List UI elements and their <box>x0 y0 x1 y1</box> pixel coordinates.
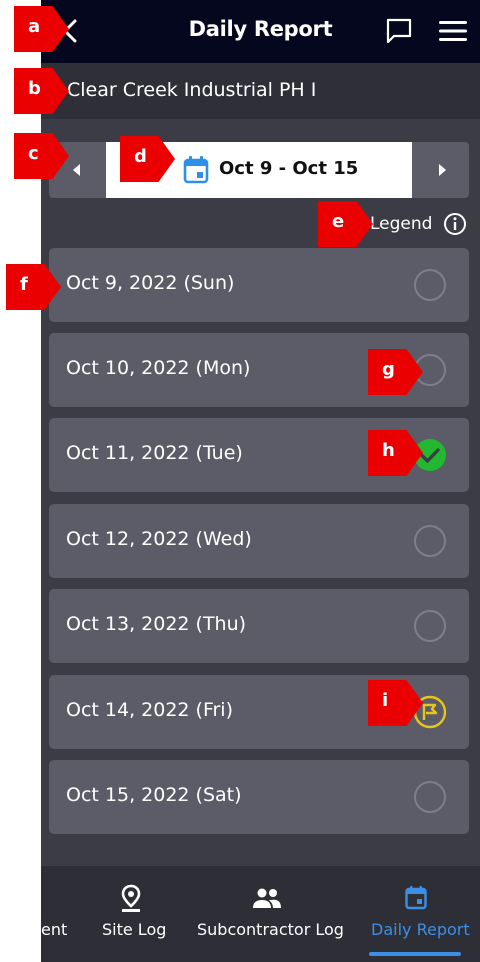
empty-status-circle-icon <box>414 269 446 301</box>
annotation-letter: b <box>28 78 41 99</box>
day-row[interactable]: Oct 15, 2022 (Sat) <box>49 760 469 834</box>
location-pin-icon <box>121 884 141 912</box>
day-date: Oct 11, 2022 (Tue) <box>66 442 243 464</box>
week-selector: Oct 9 - Oct 15 <box>49 142 469 198</box>
annotation-letter: f <box>20 274 28 295</box>
hamburger-menu-icon[interactable] <box>438 19 468 43</box>
tab-label: Site Log <box>102 920 167 939</box>
annotation-letter: a <box>28 16 41 37</box>
empty-status-circle-icon <box>414 525 446 557</box>
day-row[interactable]: Oct 9, 2022 (Sun) <box>49 248 469 322</box>
day-date: Oct 10, 2022 (Mon) <box>66 357 251 379</box>
annotation-letter: e <box>332 211 345 232</box>
active-tab-indicator <box>369 952 461 956</box>
tab-label: ent <box>41 920 68 939</box>
page-title: Daily Report <box>188 17 333 41</box>
empty-status-circle-icon <box>414 610 446 642</box>
project-header: Clear Creek Industrial PH I <box>41 63 480 119</box>
tab-site-log[interactable]: Site Log <box>99 866 167 962</box>
annotation-letter: i <box>382 690 389 711</box>
calendar-icon <box>183 156 209 184</box>
bottom-navigation: ent Site Log Subcontractor Log Daily Rep… <box>41 866 480 962</box>
week-range-label: Oct 9 - Oct 15 <box>219 158 359 179</box>
project-name: Clear Creek Industrial PH I <box>67 79 317 101</box>
day-date: Oct 12, 2022 (Wed) <box>66 528 252 550</box>
next-week-button[interactable] <box>412 142 469 198</box>
annotation-letter: d <box>134 146 147 167</box>
day-date: Oct 13, 2022 (Thu) <box>66 613 247 635</box>
day-date: Oct 14, 2022 (Fri) <box>66 699 234 721</box>
top-app-bar: Daily Report <box>41 0 480 63</box>
daily-report-screen: Daily Report Clear Creek Industrial PH I… <box>41 0 480 962</box>
annotation-letter: g <box>382 359 395 380</box>
calendar-icon <box>405 886 427 910</box>
tab-subcontractor-log[interactable]: Subcontractor Log <box>197 866 344 962</box>
tab-label: Subcontractor Log <box>197 920 344 939</box>
legend-label: Legend <box>370 214 433 234</box>
annotation-letter: h <box>382 440 395 461</box>
empty-status-circle-icon <box>414 781 446 813</box>
tab-truncated[interactable]: ent <box>41 866 81 962</box>
tab-label: Daily Report <box>371 920 470 939</box>
day-date: Oct 9, 2022 (Sun) <box>66 272 235 294</box>
day-row[interactable]: Oct 13, 2022 (Thu) <box>49 589 469 663</box>
people-icon <box>253 888 281 908</box>
tab-daily-report[interactable]: Daily Report <box>369 866 470 962</box>
annotation-letter: c <box>28 143 39 164</box>
chat-bubble-icon[interactable] <box>385 17 413 45</box>
info-icon <box>444 213 466 235</box>
day-date: Oct 15, 2022 (Sat) <box>66 784 242 806</box>
day-row[interactable]: Oct 12, 2022 (Wed) <box>49 504 469 578</box>
